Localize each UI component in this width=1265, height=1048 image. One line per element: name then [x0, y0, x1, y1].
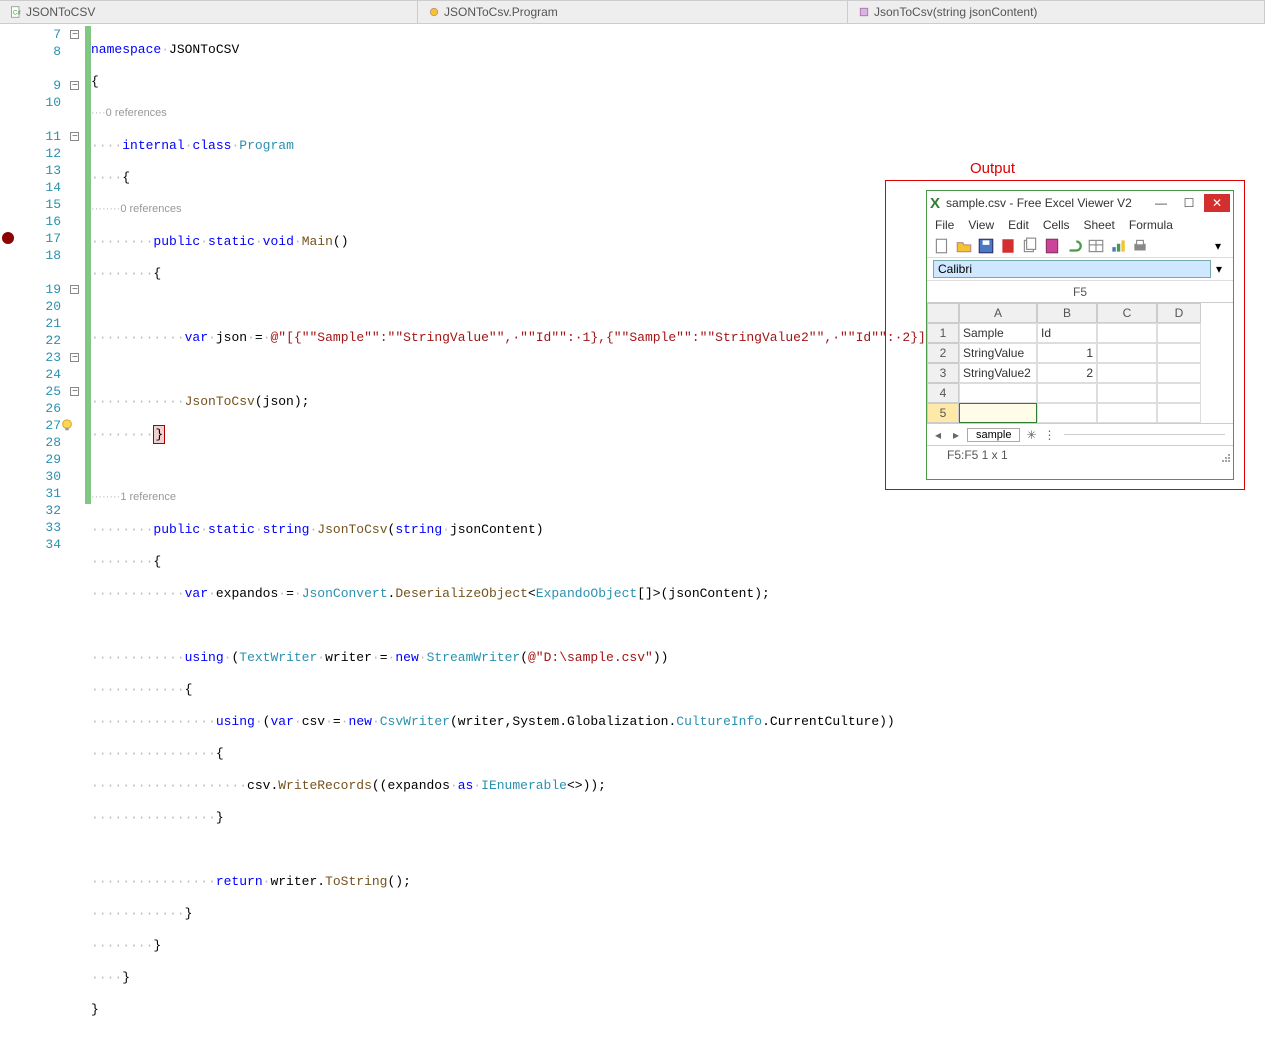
maximize-button[interactable]: ☐ [1176, 194, 1202, 212]
breakpoint-icon[interactable] [2, 232, 14, 244]
excel-viewer-window[interactable]: X sample.csv - Free Excel Viewer V2 — ☐ … [926, 190, 1234, 480]
row-header[interactable]: 1 [927, 323, 959, 343]
row-header[interactable]: 3 [927, 363, 959, 383]
excel-icon: X [930, 195, 940, 212]
col-header[interactable]: D [1157, 303, 1201, 323]
csharp-file-icon: C# [10, 6, 22, 18]
resize-grip-icon[interactable] [1219, 451, 1231, 463]
undo-icon[interactable] [1065, 237, 1083, 255]
lightbulb-icon[interactable] [60, 418, 74, 432]
cell[interactable] [1097, 383, 1157, 403]
row-header[interactable]: 5 [927, 403, 959, 423]
paste-icon[interactable] [1043, 237, 1061, 255]
close-button[interactable]: ✕ [1204, 194, 1230, 212]
cell[interactable] [1157, 343, 1201, 363]
minimize-button[interactable]: — [1148, 194, 1174, 212]
tab-add-icon[interactable]: ✳ [1024, 428, 1038, 442]
tab-menu-icon[interactable]: ⋮ [1042, 428, 1056, 442]
menu-bar[interactable]: File View Edit Cells Sheet Formula [927, 215, 1233, 235]
fold-icon[interactable] [70, 132, 79, 141]
cell[interactable]: 1 [1037, 343, 1097, 363]
svg-text:C#: C# [13, 10, 21, 16]
table-icon[interactable] [1087, 237, 1105, 255]
col-header[interactable]: A [959, 303, 1037, 323]
breadcrumb-bar: C#JSONToCSV JSONToCsv.Program JsonToCsv(… [0, 0, 1265, 24]
cell[interactable] [1157, 323, 1201, 343]
tab-prev-icon[interactable]: ◂ [931, 428, 945, 442]
print-icon[interactable] [1131, 237, 1149, 255]
row-header[interactable]: 4 [927, 383, 959, 403]
cell[interactable]: 2 [1037, 363, 1097, 383]
scope-method[interactable]: JsonToCsv(string jsonContent) [848, 1, 1265, 23]
menu-sheet[interactable]: Sheet [1084, 218, 1115, 232]
cell[interactable]: StringValue [959, 343, 1037, 363]
pdf-icon[interactable] [999, 237, 1017, 255]
font-row: Calibri ▾ [927, 258, 1233, 281]
fold-icon[interactable] [70, 30, 79, 39]
save-icon[interactable] [977, 237, 995, 255]
spreadsheet[interactable]: A B C D 1SampleId 2StringValue1 3StringV… [927, 303, 1233, 423]
menu-cells[interactable]: Cells [1043, 218, 1070, 232]
output-label: Output [970, 160, 1015, 177]
open-icon[interactable] [955, 237, 973, 255]
tab-next-icon[interactable]: ▸ [949, 428, 963, 442]
cell[interactable]: Sample [959, 323, 1037, 343]
menu-file[interactable]: File [935, 218, 954, 232]
toolbar-overflow-icon[interactable]: ▾ [1209, 237, 1227, 255]
fold-icon[interactable] [70, 387, 79, 396]
row-header[interactable]: 2 [927, 343, 959, 363]
new-icon[interactable] [933, 237, 951, 255]
sheet-tab[interactable]: sample [967, 428, 1020, 442]
menu-edit[interactable]: Edit [1008, 218, 1029, 232]
line-gutter: 7 8 9 10 11 12 13 14 15 16 17 18 19 20 2… [0, 24, 85, 529]
col-header[interactable]: B [1037, 303, 1097, 323]
titlebar[interactable]: X sample.csv - Free Excel Viewer V2 — ☐ … [927, 191, 1233, 215]
fold-icon[interactable] [70, 353, 79, 362]
status-bar: F5:F5 1 x 1 [927, 445, 1233, 465]
cell[interactable] [1097, 343, 1157, 363]
cell[interactable] [1037, 383, 1097, 403]
class-icon [428, 6, 440, 18]
cell[interactable]: StringValue2 [959, 363, 1037, 383]
cell[interactable] [1157, 383, 1201, 403]
menu-formula[interactable]: Formula [1129, 218, 1173, 232]
fold-icon[interactable] [70, 81, 79, 90]
cell[interactable] [1097, 323, 1157, 343]
cell[interactable] [1157, 403, 1201, 423]
chart-icon[interactable] [1109, 237, 1127, 255]
scope-project[interactable]: C#JSONToCSV [0, 1, 418, 23]
cell[interactable] [1157, 363, 1201, 383]
code-area[interactable]: namespace·JSONToCSV { ····0 references ·… [91, 24, 941, 529]
method-icon [858, 6, 870, 18]
cell[interactable] [959, 383, 1037, 403]
dropdown-icon[interactable]: ▾ [1211, 262, 1227, 276]
fold-icon[interactable] [70, 285, 79, 294]
col-header[interactable]: C [1097, 303, 1157, 323]
cell[interactable] [1097, 363, 1157, 383]
window-title: sample.csv - Free Excel Viewer V2 [946, 196, 1146, 210]
cell[interactable] [959, 403, 1037, 423]
cell[interactable] [1037, 403, 1097, 423]
menu-view[interactable]: View [968, 218, 994, 232]
sheet-tabs: ◂ ▸ sample ✳ ⋮ [927, 423, 1233, 445]
cell[interactable]: Id [1037, 323, 1097, 343]
cell[interactable] [1097, 403, 1157, 423]
corner-cell[interactable] [927, 303, 959, 323]
cell-reference: F5 [927, 281, 1233, 303]
font-select[interactable]: Calibri [933, 260, 1211, 278]
copy-icon[interactable] [1021, 237, 1039, 255]
toolbar: ▾ [927, 235, 1233, 258]
scope-class[interactable]: JSONToCsv.Program [418, 1, 848, 23]
